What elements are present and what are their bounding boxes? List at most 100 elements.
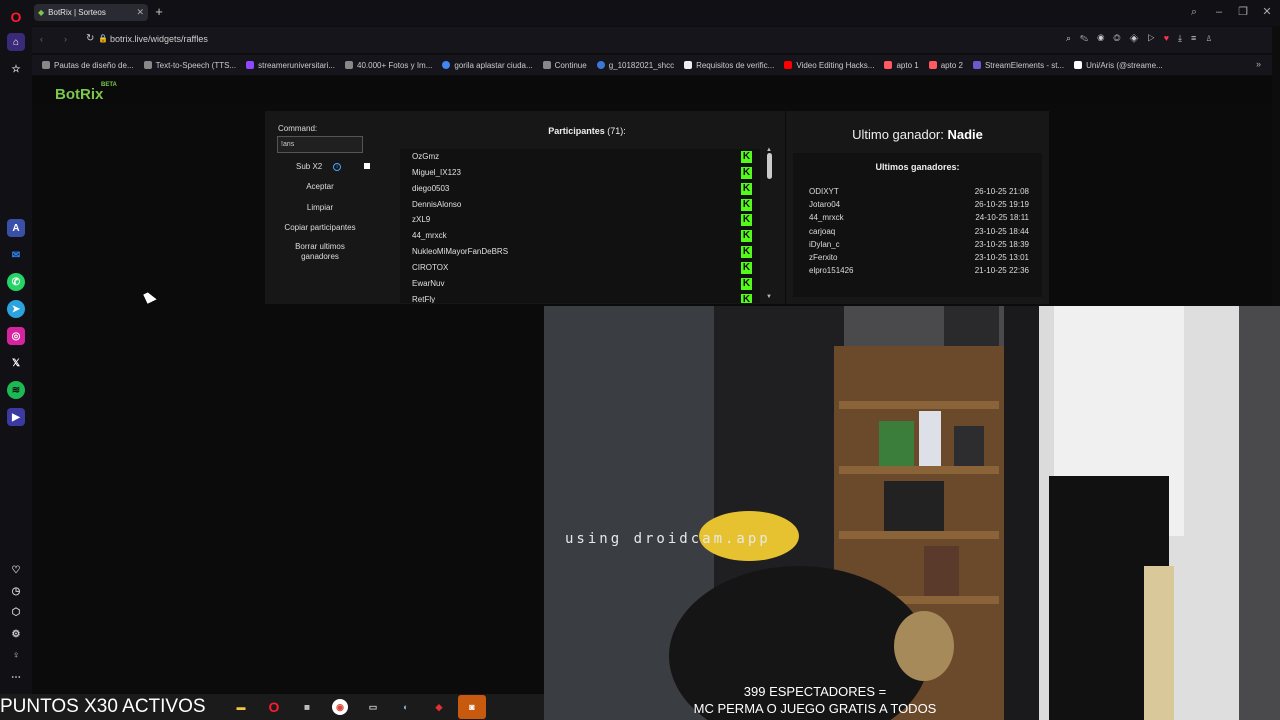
clear-winners-button[interactable]: Borrar ultimos ganadores (277, 242, 363, 262)
reload-icon[interactable]: ↻ (86, 33, 94, 44)
app-taskbar-icon[interactable]: ▦ (297, 697, 317, 717)
kick-icon: K (741, 183, 752, 195)
recent-winners-title: Ultimos ganadores: (875, 162, 960, 172)
more-icon[interactable]: ⋯ (7, 668, 25, 686)
participants-scrollbar[interactable] (767, 153, 772, 179)
kick-icon: K (741, 151, 752, 163)
kick-icon: K (741, 262, 752, 274)
list-item: diego0503 K (412, 183, 752, 195)
opera-logo-icon[interactable]: O (7, 8, 25, 26)
page-icon (42, 61, 50, 69)
participants-list[interactable]: OzGmz K Miguel_IX123 K diego0503 K DennisAl… (400, 149, 760, 303)
command-input[interactable] (277, 136, 363, 153)
bookmark-item[interactable]: 40.000+ Fotos y Im... (345, 61, 432, 70)
sub-x2-checkbox[interactable] (364, 163, 370, 169)
tips-bulb-icon[interactable]: ♀ (7, 646, 25, 664)
droidcam-watermark: using droidcam.app (565, 531, 771, 547)
home-icon[interactable]: ⌂ (7, 33, 25, 51)
bookmark-item[interactable]: Uni/Aris (@streame... (1074, 61, 1163, 70)
game-launcher-icon[interactable]: ◆ (429, 697, 449, 717)
bookmark-item[interactable]: streameruniversitari... (246, 61, 335, 70)
obs-icon[interactable]: ◙ (458, 695, 486, 719)
history-icon[interactable]: ◷ (7, 582, 25, 600)
bookmark-item[interactable]: Continue (542, 61, 587, 70)
bookmark-item[interactable]: apto 2 (928, 61, 963, 70)
limpiar-button[interactable]: Limpiar (277, 203, 363, 212)
stream-overlay-text: 399 ESPECTADORES = MC PERMA O JUEGO GRAT… (600, 683, 1030, 717)
tab-botrix-sorteos[interactable]: ◆ BotRix | Sorteos ✕ (34, 4, 148, 21)
bookmark-item[interactable]: Text-to-Speech (TTS... (143, 61, 236, 70)
lock-icon: 🔒 (98, 34, 108, 43)
beta-badge: BETA (101, 82, 117, 88)
new-tab-icon[interactable]: + (152, 4, 166, 20)
bookmark-item[interactable]: Requisitos de verific... (684, 61, 774, 70)
bookmarks-overflow-icon[interactable]: » (1256, 59, 1261, 69)
google-icon (442, 61, 451, 69)
kick-icon: K (741, 278, 752, 290)
bookmark-star-icon[interactable]: ☆ (7, 60, 25, 78)
botrix-favicon-icon: ◆ (38, 8, 45, 17)
bookmark-item[interactable]: gorila aplastar ciuda... (442, 61, 533, 70)
reward-line: MC PERMA O JUEGO GRATIS A TODOS (693, 701, 937, 716)
copy-participants-button[interactable]: Copiar participantes (277, 223, 363, 232)
list-item: DennisAlonso K (412, 199, 752, 211)
bookmark-item[interactable]: g_10182021_shcc (596, 61, 674, 70)
last-winner: Ultimo ganador: Nadie (786, 127, 1049, 142)
settings-gear-icon[interactable]: ⚙ (7, 625, 25, 643)
info-icon[interactable]: i (333, 163, 341, 171)
forward-icon[interactable]: › (64, 34, 67, 44)
back-icon[interactable]: ‹ (40, 34, 43, 44)
close-tab-icon[interactable]: ✕ (136, 7, 144, 18)
x-twitter-icon[interactable]: 𝕏 (7, 354, 25, 372)
extensions-icon[interactable]: ⬡ (7, 603, 25, 621)
last-winner-label: Ultimo ganador: (852, 127, 944, 142)
bookmarks-bar: Pautas de diseño de... Text-to-Speech (T… (32, 55, 1272, 75)
scroll-down-icon[interactable]: ▼ (766, 294, 772, 300)
winner-row: iDylan_c 23-10-25 18:39 (809, 240, 1029, 249)
command-label: Command: (278, 124, 318, 133)
aceptar-button[interactable]: Aceptar (277, 182, 363, 191)
search-tabs-icon[interactable]: ⌕ (1186, 4, 1202, 20)
points-ticker: PUNTOS X30 ACTIVOS (0, 696, 206, 717)
instagram-icon[interactable]: ◎ (7, 327, 25, 345)
steam-icon[interactable]: ◐ (396, 697, 416, 717)
list-item: zXL9 K (412, 214, 752, 226)
whatsapp-icon[interactable]: ✆ (7, 273, 25, 291)
telegram-icon[interactable]: ➤ (7, 300, 25, 318)
sub-x2-label: Sub X2 (296, 162, 323, 171)
aria-icon[interactable]: A (7, 219, 25, 237)
messenger-icon[interactable]: ✉ (7, 246, 25, 264)
webcam-scene (544, 306, 1280, 720)
window-app-icon[interactable]: ▭ (363, 697, 383, 717)
kick-icon: K (741, 230, 752, 242)
url-field[interactable]: botrix.live/widgets/raffles (110, 34, 208, 44)
winner-row: 44_mrxck 24-10-25 18:11 (809, 213, 1029, 222)
bookmark-item[interactable]: Video Editing Hacks... (784, 61, 874, 70)
kick-icon: K (741, 199, 752, 211)
photos-icon (345, 61, 354, 69)
file-explorer-icon[interactable]: ▬ (231, 697, 251, 717)
tts-icon (143, 61, 152, 69)
restore-icon[interactable]: ❐ (1235, 4, 1251, 20)
opera-taskbar-icon[interactable]: O (264, 697, 284, 717)
minimize-icon[interactable]: – (1211, 4, 1227, 20)
chrome-icon[interactable]: ◉ (332, 699, 348, 715)
kick-icon: K (741, 167, 752, 179)
list-item: CIROTOX K (412, 262, 752, 274)
bookmark-item[interactable]: Pautas de diseño de... (42, 61, 134, 70)
tab-title: BotRix | Sorteos (48, 8, 106, 17)
player-icon[interactable]: ▶ (7, 408, 25, 426)
link-icon (596, 61, 605, 69)
bookmark-item[interactable]: StreamElements - st... (972, 61, 1064, 70)
list-item: OzGmz K (412, 151, 752, 163)
youtube-icon (784, 61, 793, 69)
heart-icon[interactable]: ♡ (7, 561, 25, 579)
spotify-icon[interactable]: ≋ (7, 381, 25, 399)
last-winner-name: Nadie (947, 127, 983, 142)
participants-label: Participantes (548, 126, 605, 136)
bookmark-item[interactable]: apto 1 (884, 61, 919, 70)
toolbar-icons[interactable]: ⌕✎◉◎◈▷♥⤓≡♙ (1066, 33, 1221, 44)
botrix-logo[interactable]: BotRix (55, 86, 103, 103)
list-item: NukleoMiMayorFanDeBRS K (412, 246, 752, 258)
close-window-icon[interactable]: ✕ (1259, 4, 1275, 20)
